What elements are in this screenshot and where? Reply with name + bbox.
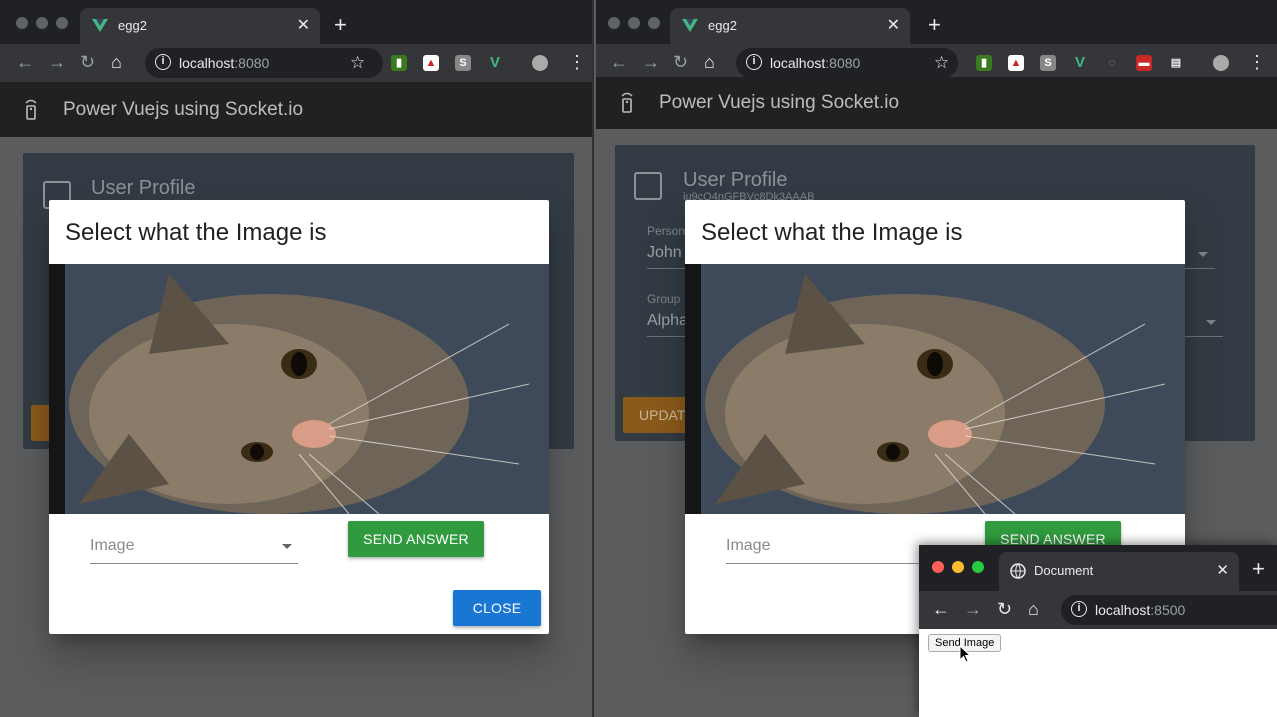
reload-icon[interactable]: ↻ [673,52,688,72]
info-icon[interactable]: i [746,54,762,70]
vue-favicon [92,19,108,32]
analytics-extension-icon[interactable]: ▮ [391,55,407,71]
back-icon[interactable]: ← [610,52,628,72]
app-title: Power Vuejs using Socket.io [63,99,304,120]
new-tab-icon[interactable]: + [928,14,941,36]
tab-close-icon[interactable]: ✕ [887,15,900,35]
vue-devtools-icon[interactable]: V [487,55,503,71]
address-bar[interactable]: i localhost:8500 [1061,595,1277,625]
window-minimize-dot[interactable] [36,17,48,29]
image-select[interactable]: Image [726,534,934,564]
person-value[interactable]: John [647,244,682,262]
home-icon[interactable]: ⌂ [1028,599,1039,619]
window-close-dot[interactable] [608,17,620,29]
window-minimize-dot[interactable] [952,561,964,573]
menu-icon[interactable]: ⋮ [568,53,586,71]
drive-extension-icon[interactable]: ▲ [1008,55,1024,71]
back-icon[interactable]: ← [932,599,950,619]
home-icon[interactable]: ⌂ [111,52,122,72]
mouse-cursor-icon [959,645,971,663]
menu-icon[interactable]: ⋮ [1248,53,1266,71]
send-answer-button[interactable]: SEND ANSWER [348,521,484,557]
chevron-down-icon [282,544,292,549]
avatar[interactable] [1213,55,1229,71]
remote-icon [621,92,633,113]
vue-favicon [682,19,698,32]
app-title: Power Vuejs using Socket.io [659,92,900,113]
image-select[interactable]: Image [90,534,298,564]
reload-icon[interactable]: ↻ [80,52,95,72]
url-text: localhost:8500 [1095,602,1186,618]
dialog-title: Select what the Image is [65,219,327,246]
window-close-dot[interactable] [932,561,944,573]
star-icon[interactable]: ☆ [350,53,365,73]
browser-toolbar: ← → ↻ ⌂ i localhost:8080 ☆ ▮ ▲ S V ⋮ [0,44,592,82]
new-tab-icon[interactable]: + [1252,558,1265,580]
drive-extension-icon[interactable]: ▲ [423,55,439,71]
new-tab-icon[interactable]: + [334,14,347,36]
browser-toolbar: ← → ↻ ⌂ i localhost:8500 [919,591,1277,629]
dialog-title: Select what the Image is [701,219,963,246]
s-extension-icon[interactable]: S [1040,55,1056,71]
tab-close-icon[interactable]: ✕ [297,15,310,35]
tab-strip: egg2 ✕ + [596,0,1277,44]
tab-close-icon[interactable]: ✕ [1216,561,1229,579]
tab-title: egg2 [708,18,737,33]
analytics-extension-icon[interactable]: ▮ [976,55,992,71]
reload-icon[interactable]: ↻ [997,599,1012,619]
red-extension-icon[interactable]: ▬ [1136,55,1152,71]
address-bar[interactable]: i localhost:8080 ☆ [736,48,958,78]
window-close-dot[interactable] [16,17,28,29]
close-button[interactable]: CLOSE [453,590,541,626]
app-bar: Power Vuejs using Socket.io [0,82,592,137]
forward-icon[interactable]: → [642,52,660,72]
app-bar: Power Vuejs using Socket.io [596,77,1277,129]
url-text: localhost:8080 [770,55,861,71]
card-title: User Profile [91,177,196,199]
select-placeholder: Image [726,537,771,554]
tab-egg2[interactable]: egg2 ✕ [80,8,320,44]
star-icon[interactable]: ☆ [934,53,949,73]
sync-extension-icon[interactable]: ◌ [1104,55,1120,71]
s-extension-icon[interactable]: S [455,55,471,71]
profile-icon [634,172,662,200]
image-dialog: Select what the Image is Image SEND ANSW… [49,200,549,634]
window-zoom-dot[interactable] [972,561,984,573]
cat-image [49,264,549,514]
tab-strip: egg2 ✕ + [0,0,592,44]
forward-icon[interactable]: → [48,52,66,72]
group-label: Group [647,292,681,306]
select-placeholder: Image [90,537,135,554]
left-browser-window: egg2 ✕ + ← → ↻ ⌂ i localhost:8080 ☆ ▮ ▲ … [0,0,594,717]
document-browser-window: Document ✕ + ← → ↻ ⌂ i localhost:8500 Se… [919,545,1277,717]
tab-document[interactable]: Document ✕ [999,552,1239,591]
info-icon[interactable]: i [155,54,171,70]
globe-icon [1010,563,1026,579]
tab-title: Document [1034,563,1094,578]
window-minimize-dot[interactable] [628,17,640,29]
back-icon[interactable]: ← [16,52,34,72]
person-label: Person [647,224,686,238]
avatar[interactable] [532,55,548,71]
cat-image [685,264,1185,514]
home-icon[interactable]: ⌂ [704,52,715,72]
tab-egg2[interactable]: egg2 ✕ [670,8,910,44]
tab-title: egg2 [118,18,147,33]
doc-extension-icon[interactable]: ▤ [1168,55,1184,71]
card-title: User Profile [683,169,788,191]
url-text: localhost:8080 [179,55,270,71]
window-zoom-dot[interactable] [648,17,660,29]
forward-icon[interactable]: → [964,599,982,619]
info-icon[interactable]: i [1071,601,1087,617]
address-bar[interactable]: i localhost:8080 ☆ [145,48,383,78]
vue-devtools-icon[interactable]: V [1072,55,1088,71]
tab-strip: Document ✕ + [919,545,1277,591]
group-value[interactable]: Alpha [647,312,688,330]
window-zoom-dot[interactable] [56,17,68,29]
chevron-down-icon [1206,320,1216,325]
remote-icon [25,99,37,120]
chevron-down-icon [1198,252,1208,257]
